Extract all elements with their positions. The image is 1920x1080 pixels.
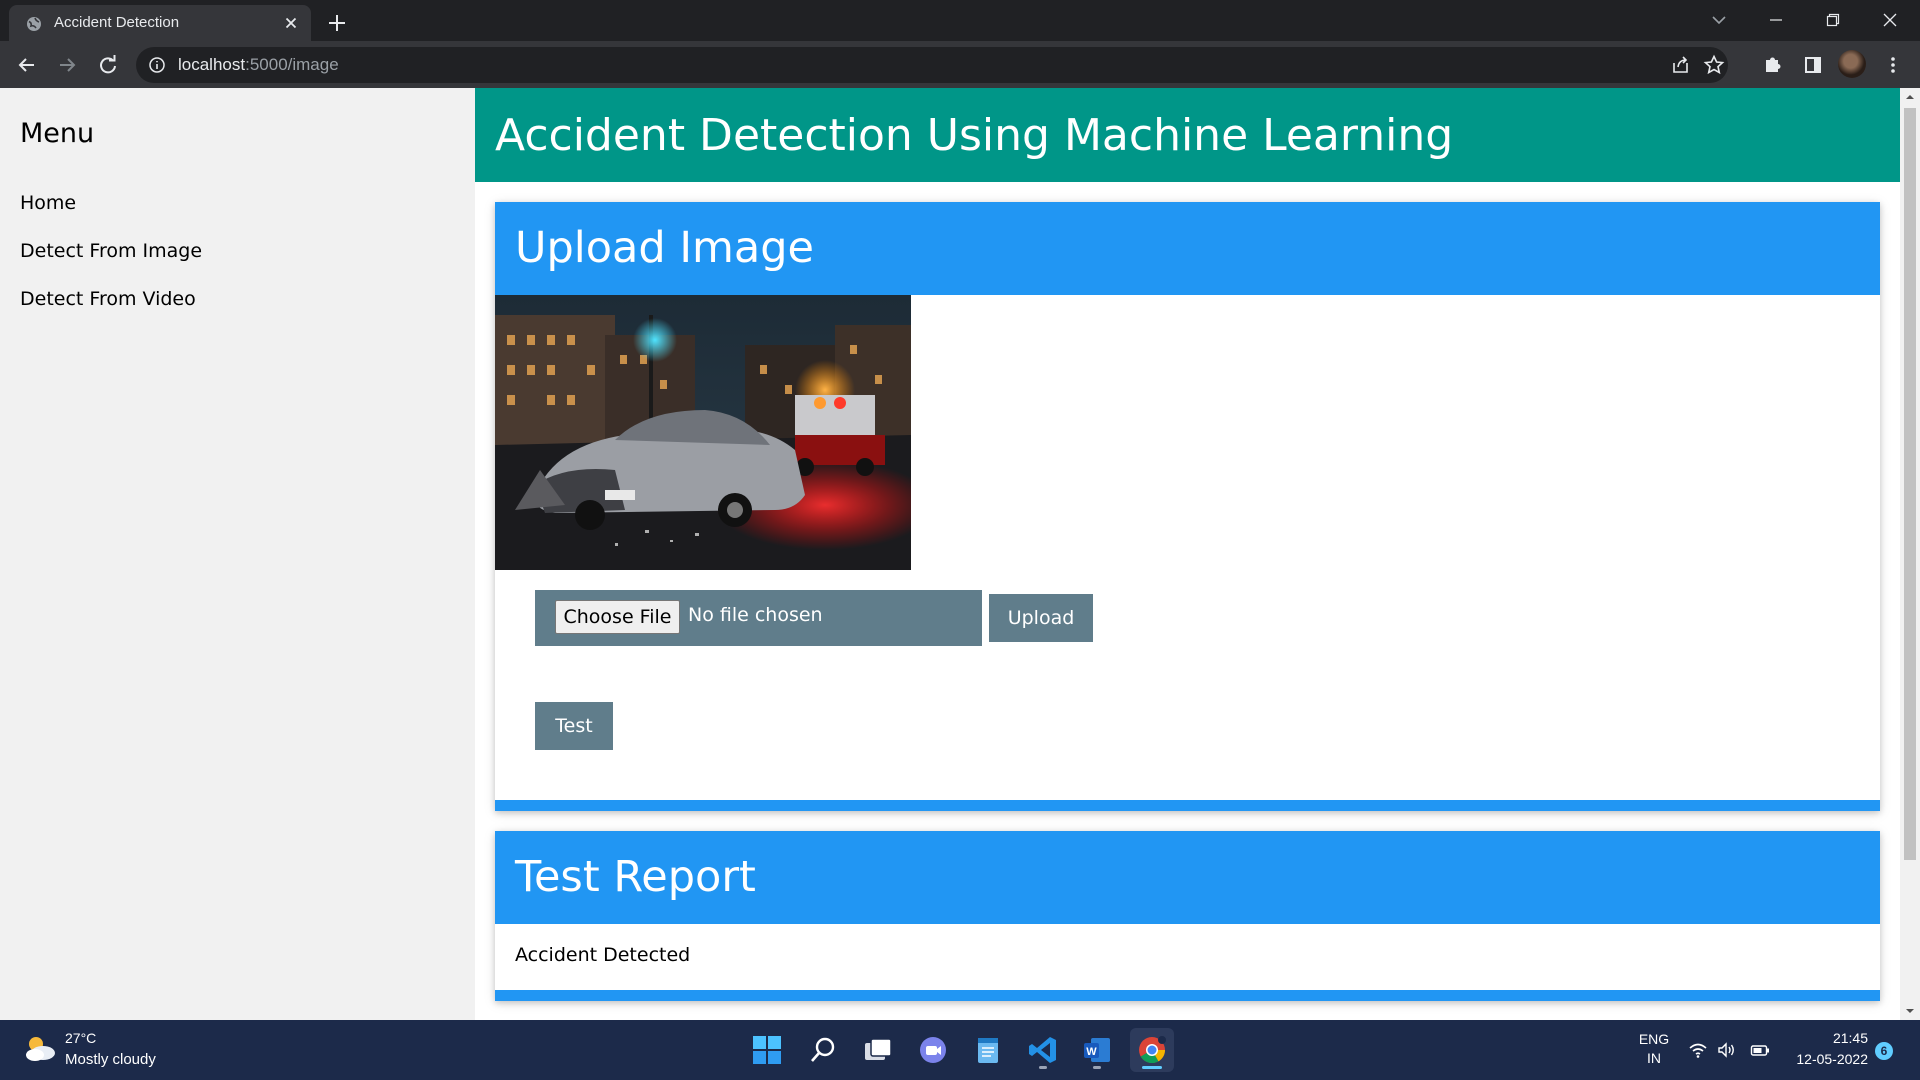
browser-toolbar: localhost:5000/image	[0, 41, 1920, 88]
word-running-indicator	[1093, 1066, 1101, 1069]
sidebar-item-detect-video[interactable]: Detect From Video	[20, 288, 196, 310]
sidebar: Menu Home Detect From Image Detect From …	[0, 88, 475, 1020]
chrome-icon	[1139, 1036, 1166, 1064]
choose-file-button[interactable]: Choose File	[555, 600, 680, 634]
address-bar[interactable]: localhost:5000/image	[136, 47, 1728, 83]
vscode-running-indicator	[1039, 1066, 1047, 1069]
reload-icon[interactable]	[93, 50, 123, 80]
minimize-icon[interactable]	[1760, 4, 1792, 36]
windows-taskbar: 27°C Mostly cloudy W ENG IN 21:45 12-05-…	[0, 1020, 1920, 1080]
taskbar-chat[interactable]	[911, 1028, 955, 1072]
globe-icon	[27, 17, 41, 31]
chat-icon	[920, 1037, 946, 1063]
report-card-title: Test Report	[515, 852, 756, 902]
wifi-icon[interactable]	[1688, 1041, 1708, 1059]
more-vert-icon[interactable]	[1878, 50, 1908, 80]
taskbar-task-view[interactable]	[856, 1028, 900, 1072]
upload-card: Upload Image Choose File No file chosen …	[495, 202, 1880, 811]
extensions-icon[interactable]	[1758, 50, 1788, 80]
report-card-header: Test Report	[495, 831, 1880, 924]
report-result-text: Accident Detected	[515, 944, 691, 966]
app-header: Accident Detection Using Machine Learnin…	[475, 88, 1900, 182]
file-status-text: No file chosen	[688, 604, 823, 626]
task-view-icon	[865, 1038, 892, 1060]
back-arrow-icon[interactable]	[12, 50, 42, 80]
tab-search-icon[interactable]	[1703, 4, 1735, 36]
input-language[interactable]: ENG IN	[1636, 1030, 1672, 1068]
lang-primary: ENG	[1638, 1031, 1670, 1047]
search-icon	[811, 1037, 835, 1062]
profile-avatar[interactable]	[1838, 50, 1866, 78]
upload-card-title: Upload Image	[515, 223, 815, 273]
close-window-icon[interactable]	[1874, 4, 1906, 36]
tab-title: Accident Detection	[54, 14, 180, 31]
main-content: Accident Detection Using Machine Learnin…	[475, 88, 1900, 1020]
volume-icon[interactable]	[1717, 1041, 1737, 1059]
taskbar-notepad[interactable]	[966, 1028, 1010, 1072]
sidebar-item-detect-image[interactable]: Detect From Image	[20, 240, 202, 262]
new-tab-icon[interactable]	[324, 10, 350, 36]
file-input[interactable]: Choose File No file chosen	[535, 590, 982, 646]
weather-cloudy-icon[interactable]	[22, 1032, 58, 1064]
info-icon[interactable]	[148, 56, 166, 74]
svg-text:W: W	[1086, 1046, 1097, 1058]
notification-badge[interactable]: 6	[1875, 1042, 1893, 1060]
share-icon[interactable]	[1670, 54, 1692, 76]
windows-logo-icon	[753, 1036, 781, 1064]
uploaded-accident-image	[495, 295, 911, 570]
notepad-icon	[978, 1038, 998, 1063]
clock-date[interactable]: 12-05-2022	[1785, 1051, 1868, 1067]
lang-region: IN	[1647, 1050, 1661, 1066]
restore-icon[interactable]	[1817, 4, 1849, 36]
scroll-up-arrow-icon[interactable]	[1905, 92, 1915, 102]
sidebar-item-home[interactable]: Home	[20, 192, 76, 214]
vscode-icon	[1029, 1037, 1056, 1063]
chrome-active-indicator	[1142, 1066, 1162, 1069]
battery-icon[interactable]	[1750, 1041, 1770, 1059]
address-url[interactable]: localhost:5000/image	[178, 55, 339, 75]
page-viewport: Menu Home Detect From Image Detect From …	[0, 88, 1900, 1020]
side-panel-icon[interactable]	[1798, 50, 1828, 80]
page-scrollbar[interactable]	[1900, 88, 1920, 1020]
tab-close-icon[interactable]	[281, 13, 301, 33]
scroll-down-arrow-icon[interactable]	[1905, 1006, 1915, 1016]
taskbar-word[interactable]: W	[1075, 1028, 1119, 1072]
page-title: Accident Detection Using Machine Learnin…	[495, 110, 1454, 161]
url-host: localhost	[178, 55, 246, 74]
upload-card-footer	[495, 800, 1880, 811]
report-card: Test Report Accident Detected	[495, 831, 1880, 1001]
star-icon[interactable]	[1703, 54, 1725, 76]
scrollbar-thumb[interactable]	[1904, 108, 1916, 860]
upload-card-header: Upload Image	[495, 202, 1880, 295]
weather-desc: Mostly cloudy	[65, 1051, 156, 1068]
start-button[interactable]	[745, 1028, 789, 1072]
taskbar-chrome[interactable]	[1130, 1028, 1174, 1072]
test-button[interactable]: Test	[535, 702, 613, 750]
accident-scene-illustration	[495, 295, 911, 570]
upload-button[interactable]: Upload	[989, 594, 1093, 642]
clock-time[interactable]: 21:45	[1820, 1030, 1868, 1046]
sidebar-title: Menu	[20, 118, 95, 149]
taskbar-search[interactable]	[801, 1028, 845, 1072]
taskbar-vscode[interactable]	[1021, 1028, 1065, 1072]
browser-tab[interactable]: Accident Detection	[9, 5, 311, 41]
word-icon: W	[1084, 1038, 1110, 1062]
url-path: :5000/image	[245, 55, 339, 74]
browser-tab-bar: Accident Detection	[0, 0, 1920, 41]
forward-arrow-icon[interactable]	[52, 50, 82, 80]
weather-temp: 27°C	[65, 1030, 97, 1046]
report-card-footer	[495, 990, 1880, 1001]
